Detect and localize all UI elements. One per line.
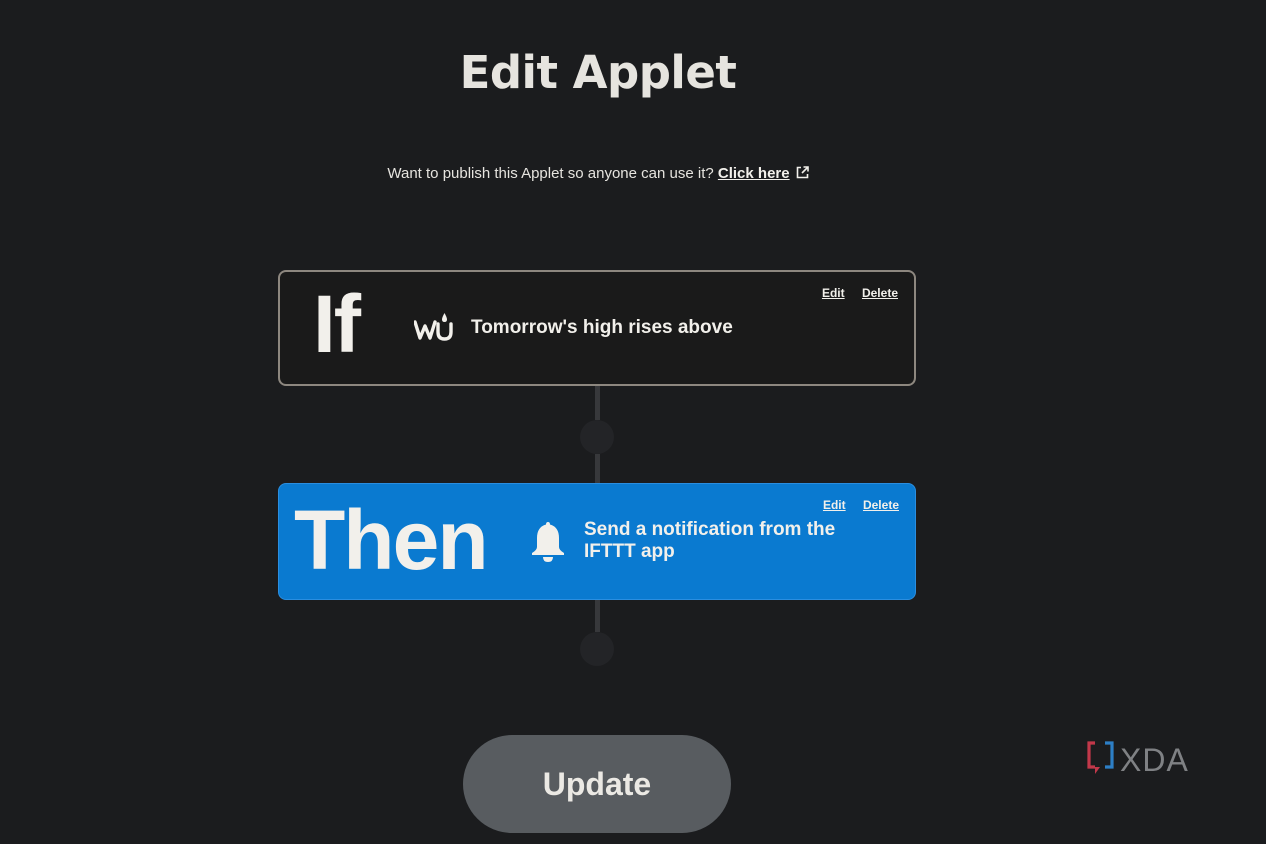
connector-line: [595, 600, 600, 632]
action-delete-link[interactable]: Delete: [863, 498, 899, 512]
update-button[interactable]: Update: [463, 735, 731, 833]
publish-prompt-text: Want to publish this Applet so anyone ca…: [387, 165, 714, 182]
trigger-text: Tomorrow's high rises above: [471, 317, 733, 338]
trigger-actions: Edit Delete: [808, 286, 898, 300]
connector-line: [595, 386, 600, 420]
publish-link[interactable]: Click here: [718, 165, 790, 182]
connector-line: [595, 454, 600, 483]
action-text: Send a notification from the IFTTT app: [584, 519, 836, 562]
external-link-icon[interactable]: [796, 166, 809, 183]
xda-logo-icon: [1086, 740, 1116, 780]
action-edit-link[interactable]: Edit: [823, 498, 846, 512]
trigger-edit-link[interactable]: Edit: [822, 286, 845, 300]
trigger-delete-link[interactable]: Delete: [862, 286, 898, 300]
if-keyword: If: [313, 279, 361, 370]
xda-watermark: XDA: [1086, 740, 1189, 780]
then-keyword: Then: [294, 493, 489, 587]
weather-underground-icon: [413, 312, 454, 346]
action-actions: Edit Delete: [809, 498, 899, 512]
trigger-card[interactable]: If Tomorrow's high rises above Edit Dele…: [278, 270, 916, 386]
action-card[interactable]: Then Send a notification from the IFTTT …: [278, 483, 916, 600]
publish-prompt: Want to publish this Applet so anyone ca…: [0, 165, 1196, 183]
edit-applet-page: Edit Applet Want to publish this Applet …: [0, 0, 1266, 844]
bell-icon: [529, 519, 567, 567]
page-title: Edit Applet: [459, 46, 737, 99]
xda-watermark-text: XDA: [1120, 741, 1189, 778]
connector-dot: [580, 632, 614, 666]
connector-dot: [580, 420, 614, 454]
